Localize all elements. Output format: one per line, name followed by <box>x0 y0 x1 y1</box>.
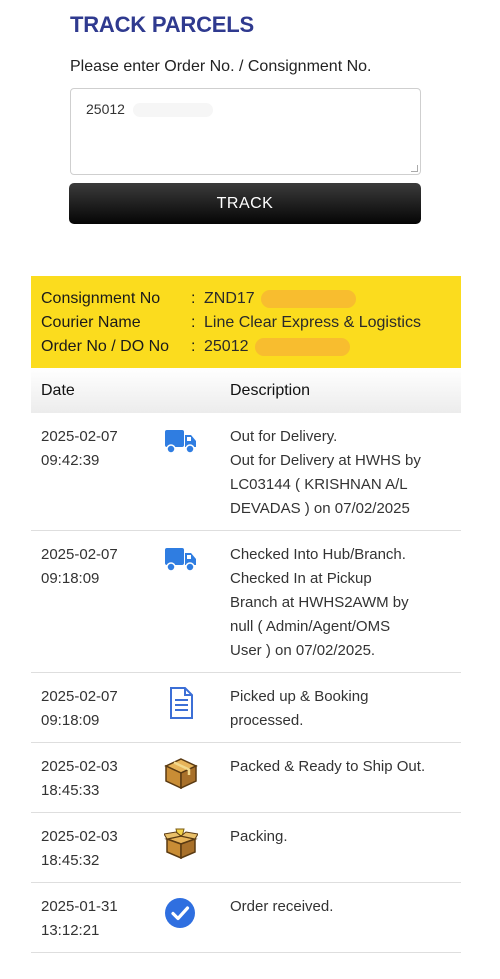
redacted-mask <box>260 290 356 308</box>
event-description-line: Out for Delivery. <box>230 428 338 445</box>
courier-value: Line Clear Express & Logistics <box>204 314 421 331</box>
event-date: 2025-02-03 <box>41 758 118 775</box>
event-description-line: processed. <box>230 712 304 729</box>
consignment-label: Consignment No <box>41 290 161 307</box>
check-circle-icon <box>164 897 198 928</box>
consignment-info-panel: Consignment No : ZND17 Courier Name : Li… <box>31 276 461 368</box>
column-header-date: Date <box>41 381 75 399</box>
courier-label: Courier Name <box>41 314 141 331</box>
tracking-row: 2025-02-07 09:42:39 Out for Delivery. Out f… <box>31 413 461 531</box>
resize-handle[interactable] <box>411 165 418 172</box>
tracking-row: 2025-02-03 18:45:32 Packing. <box>31 813 461 883</box>
tracking-row: 2025-02-03 18:45:33 Packed & Ready to Ship… <box>31 743 461 813</box>
event-description-line: Branch at HWHS2AWM by <box>230 594 409 611</box>
column-header-description: Description <box>230 381 311 399</box>
event-time: 18:45:32 <box>41 852 100 869</box>
event-date: 2025-02-07 <box>41 428 118 445</box>
event-description-line: Order received. <box>230 898 334 915</box>
order-row: Order No / DO No : 25012 <box>41 335 451 359</box>
event-description-line: Picked up & Booking <box>230 688 369 705</box>
order-value: 25012 <box>204 338 249 355</box>
event-description-line: Checked In at Pickup <box>230 570 372 587</box>
event-date: 2025-02-07 <box>41 688 118 705</box>
event-description-line: Checked Into Hub/Branch. <box>230 546 406 563</box>
order-number-value: 25012 <box>86 101 125 117</box>
event-date: 2025-02-07 <box>41 546 118 563</box>
event-date: 2025-02-03 <box>41 828 118 845</box>
courier-row: Courier Name : Line Clear Express & Logi… <box>41 311 451 335</box>
order-value-wrap: 25012 <box>204 338 350 356</box>
event-datetime: 2025-02-03 18:45:32 <box>41 825 141 873</box>
redacted-mask <box>132 103 213 118</box>
event-description: Checked Into Hub/Branch. Checked In at Pi… <box>230 543 456 663</box>
consignment-value: ZND17 <box>204 290 255 307</box>
event-description: Packing. <box>230 825 456 849</box>
event-description: Packed & Ready to Ship Out. <box>230 755 456 779</box>
redacted-mask <box>254 338 350 356</box>
event-datetime: 2025-02-07 09:42:39 <box>41 425 141 473</box>
event-date: 2025-01-31 <box>41 898 118 915</box>
event-datetime: 2025-02-07 09:18:09 <box>41 685 141 733</box>
event-datetime: 2025-02-07 09:18:09 <box>41 543 141 591</box>
tracking-row: 2025-02-07 09:18:09 Picked up & Booking pro… <box>31 673 461 743</box>
separator: : <box>191 338 196 355</box>
event-description: Order received. <box>230 895 456 919</box>
consignment-row: Consignment No : ZND17 <box>41 287 451 311</box>
event-time: 09:18:09 <box>41 712 100 729</box>
event-time: 09:42:39 <box>41 452 100 469</box>
consignment-value-wrap: ZND17 <box>204 290 356 308</box>
order-label: Order No / DO No <box>41 338 170 355</box>
separator: : <box>191 290 196 307</box>
order-prompt-label: Please enter Order No. / Consignment No. <box>70 58 372 75</box>
event-description-line: Out for Delivery at HWHS by <box>230 452 421 469</box>
tracking-table-body: 2025-02-07 09:42:39 Out for Delivery. Out f… <box>31 413 461 953</box>
event-description-line: Packing. <box>230 828 288 845</box>
event-description-line: LC03144 ( KRISHNAN A/L <box>230 476 408 493</box>
event-datetime: 2025-02-03 18:45:33 <box>41 755 141 803</box>
event-description: Picked up & Booking processed. <box>230 685 456 733</box>
event-time: 09:18:09 <box>41 570 100 587</box>
event-description-line: User ) on 07/02/2025. <box>230 642 376 659</box>
event-datetime: 2025-01-31 13:12:21 <box>41 895 141 943</box>
event-description-line: Packed & Ready to Ship Out. <box>230 758 426 775</box>
event-time: 18:45:33 <box>41 782 100 799</box>
tracking-table-header: Date Description <box>31 368 461 413</box>
open-box-icon <box>163 827 199 860</box>
event-description: Out for Delivery. Out for Delivery at HWH… <box>230 425 456 521</box>
track-button[interactable]: TRACK <box>69 183 421 224</box>
truck-icon <box>164 545 198 575</box>
separator: : <box>191 314 196 331</box>
track-parcels-page: TRACK PARCELS Please enter Order No. / C… <box>0 0 500 979</box>
event-description-line: null ( Admin/Agent/OMS <box>230 618 391 635</box>
order-number-input[interactable]: 25012 <box>70 88 421 175</box>
event-description-line: DEVADAS ) on 07/02/2025 <box>230 500 410 517</box>
tracking-row: 2025-02-07 09:18:09 Checked Into Hub/Branc… <box>31 531 461 673</box>
truck-icon <box>164 427 198 457</box>
package-icon <box>164 757 198 790</box>
document-icon <box>164 687 198 719</box>
page-title: TRACK PARCELS <box>70 12 254 37</box>
event-time: 13:12:21 <box>41 922 100 939</box>
tracking-row: 2025-01-31 13:12:21 Order received. <box>31 883 461 953</box>
